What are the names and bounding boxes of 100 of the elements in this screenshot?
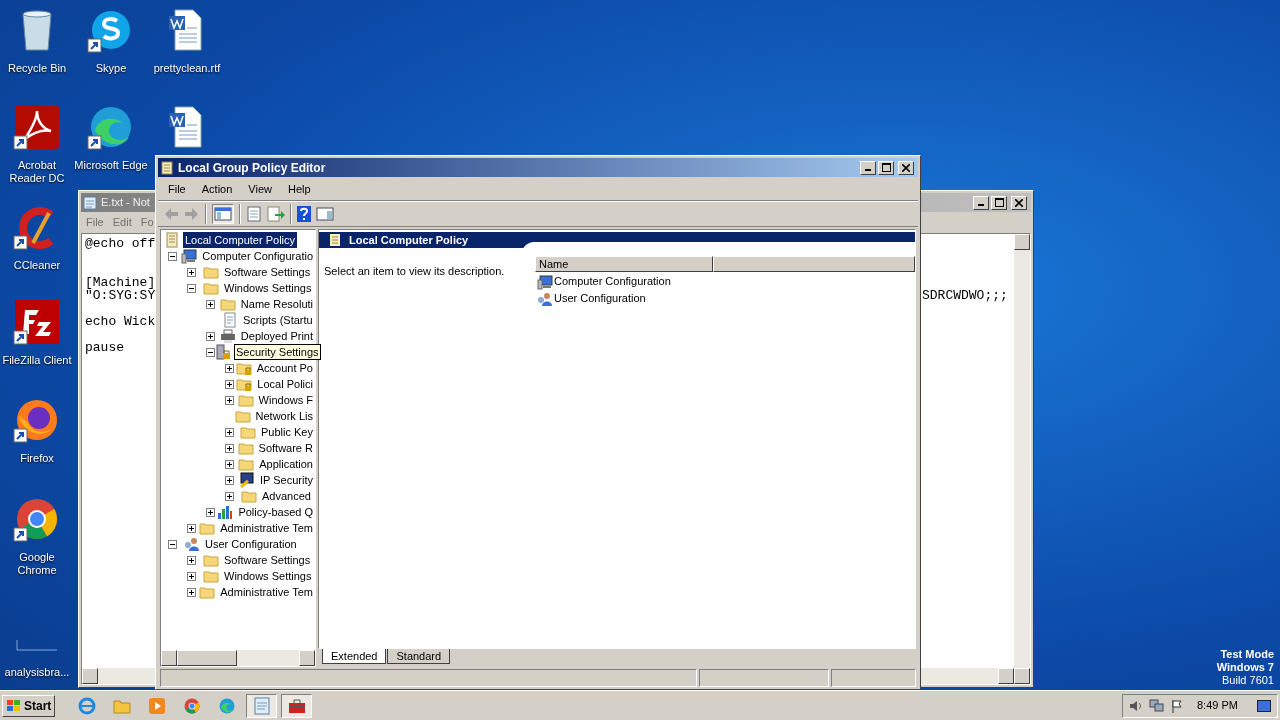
expand-icon[interactable] <box>225 491 234 501</box>
expand-icon[interactable] <box>225 443 234 453</box>
collapse-icon[interactable] <box>168 539 177 549</box>
tree-item[interactable]: User Configuration <box>203 536 299 552</box>
tree-item[interactable]: Local Computer Policy <box>183 232 298 248</box>
scroll-icon <box>160 160 174 175</box>
column-header[interactable]: Name <box>535 256 713 272</box>
menu-item[interactable]: Help <box>279 181 319 198</box>
collapse-icon[interactable] <box>187 283 196 293</box>
tree-item[interactable]: IP Security <box>258 472 315 488</box>
printer-icon <box>219 328 236 344</box>
menu-item[interactable]: View <box>240 181 280 198</box>
collapse-icon[interactable] <box>206 347 215 357</box>
properties-icon[interactable] <box>246 206 262 222</box>
expand-icon[interactable] <box>187 523 196 533</box>
icon-label: analysisbra... <box>4 666 70 679</box>
expand-icon[interactable] <box>225 459 234 469</box>
tree-item[interactable]: Application <box>257 456 315 472</box>
tree-item[interactable]: Software Settings <box>222 264 313 280</box>
tree-item[interactable]: Administrative Tem <box>218 520 315 536</box>
list-item[interactable]: User Configuration <box>554 290 646 307</box>
scroll-left-button[interactable] <box>82 668 98 684</box>
help-icon[interactable] <box>297 206 311 222</box>
tree-item[interactable]: Policy-based Q <box>236 504 315 520</box>
close-button[interactable] <box>1011 195 1027 210</box>
tree-item[interactable]: Network Lis <box>253 408 315 424</box>
folder-icon <box>203 552 219 568</box>
show-desktop-icon[interactable] <box>1257 699 1271 712</box>
action-pane-icon[interactable] <box>316 206 334 222</box>
icon-label: Google Chrome <box>16 551 58 577</box>
tree-item[interactable]: Windows Settings <box>222 568 314 584</box>
text-line: @echo off <box>85 237 157 250</box>
flag-icon[interactable] <box>1171 698 1183 713</box>
collapse-icon[interactable] <box>168 251 177 261</box>
pdf-app-icon[interactable] <box>13 103 61 151</box>
network-icon[interactable] <box>1149 698 1165 713</box>
tree-item[interactable]: Public Key <box>259 424 315 440</box>
tree-item[interactable]: Account Po <box>254 360 315 376</box>
tree-item[interactable]: Software R <box>256 440 315 456</box>
watermark-text: Windows 7 <box>1216 661 1274 674</box>
column-header[interactable] <box>713 256 915 272</box>
users-icon <box>184 536 200 552</box>
watermark-text: Build 7601 <box>1222 674 1274 687</box>
tree-item[interactable]: Computer Configuratio <box>200 248 315 264</box>
tree-item[interactable]: Security Settings <box>234 344 321 360</box>
computer-icon <box>181 248 198 264</box>
view-tab[interactable]: Standard <box>387 649 451 664</box>
tree-item[interactable]: Name Resoluti <box>238 296 315 312</box>
expand-icon[interactable] <box>225 395 234 405</box>
expand-icon[interactable] <box>187 587 196 597</box>
locked-folder-icon <box>235 360 252 376</box>
maximize-button[interactable] <box>878 160 894 175</box>
start-button[interactable]: Start <box>2 694 56 717</box>
tree-item[interactable]: Windows Settings <box>222 280 314 296</box>
folder-icon <box>219 296 236 312</box>
expand-icon[interactable] <box>206 507 215 517</box>
icon-label: Skype <box>95 62 127 75</box>
expand-icon[interactable] <box>206 299 215 309</box>
icon-label: prettyclean.rtf <box>153 62 221 75</box>
expand-icon[interactable] <box>187 555 196 565</box>
tree-item[interactable]: Windows F <box>256 392 315 408</box>
icon-label: FileZilla Client <box>2 354 72 367</box>
speaker-icon[interactable] <box>1129 698 1143 713</box>
tree-pane-icon[interactable] <box>214 206 232 222</box>
maximize-button[interactable] <box>991 195 1007 210</box>
vertical-scrollbar[interactable] <box>1014 234 1030 684</box>
tree-item[interactable]: Advanced <box>260 488 313 504</box>
expand-icon[interactable] <box>187 267 196 277</box>
users-icon <box>537 290 553 307</box>
toolbox-icon[interactable] <box>287 696 306 715</box>
minimize-button[interactable] <box>860 160 876 175</box>
export-list-icon[interactable] <box>267 206 285 222</box>
tree-item[interactable]: Administrative Tem <box>218 584 315 600</box>
tree-item[interactable]: Deployed Print <box>238 328 315 344</box>
expand-icon[interactable] <box>225 363 234 373</box>
menu-item[interactable]: File <box>160 181 194 198</box>
close-button[interactable] <box>898 160 914 175</box>
ftp-app-icon[interactable] <box>13 298 61 346</box>
clock[interactable]: 8:49 PM <box>1197 697 1238 714</box>
list-item[interactable]: Computer Configuration <box>554 273 671 290</box>
pane-title: Local Computer Policy <box>349 232 469 248</box>
view-tab[interactable]: Extended <box>322 649 387 664</box>
expand-icon[interactable] <box>225 475 234 485</box>
menu-item[interactable]: Action <box>193 181 241 198</box>
icon-label: Acrobat Reader DC <box>8 159 66 185</box>
horizontal-scrollbar[interactable] <box>161 650 315 666</box>
minimize-icon <box>978 203 984 206</box>
expand-icon[interactable] <box>225 427 234 437</box>
tree-item[interactable]: Software Settings <box>222 552 313 568</box>
folder-icon <box>203 280 219 296</box>
tree-item[interactable]: Local Polici <box>255 376 315 392</box>
tree-item[interactable]: Scripts (Startu <box>241 312 315 328</box>
expand-icon[interactable] <box>225 379 234 389</box>
expand-icon[interactable] <box>187 571 196 581</box>
icon-label: CCleaner <box>13 259 61 272</box>
folder-icon <box>199 520 216 536</box>
folder-icon <box>234 408 251 424</box>
minimize-button[interactable] <box>973 195 989 210</box>
scroll-right-button[interactable] <box>998 668 1014 684</box>
expand-icon[interactable] <box>206 331 215 341</box>
